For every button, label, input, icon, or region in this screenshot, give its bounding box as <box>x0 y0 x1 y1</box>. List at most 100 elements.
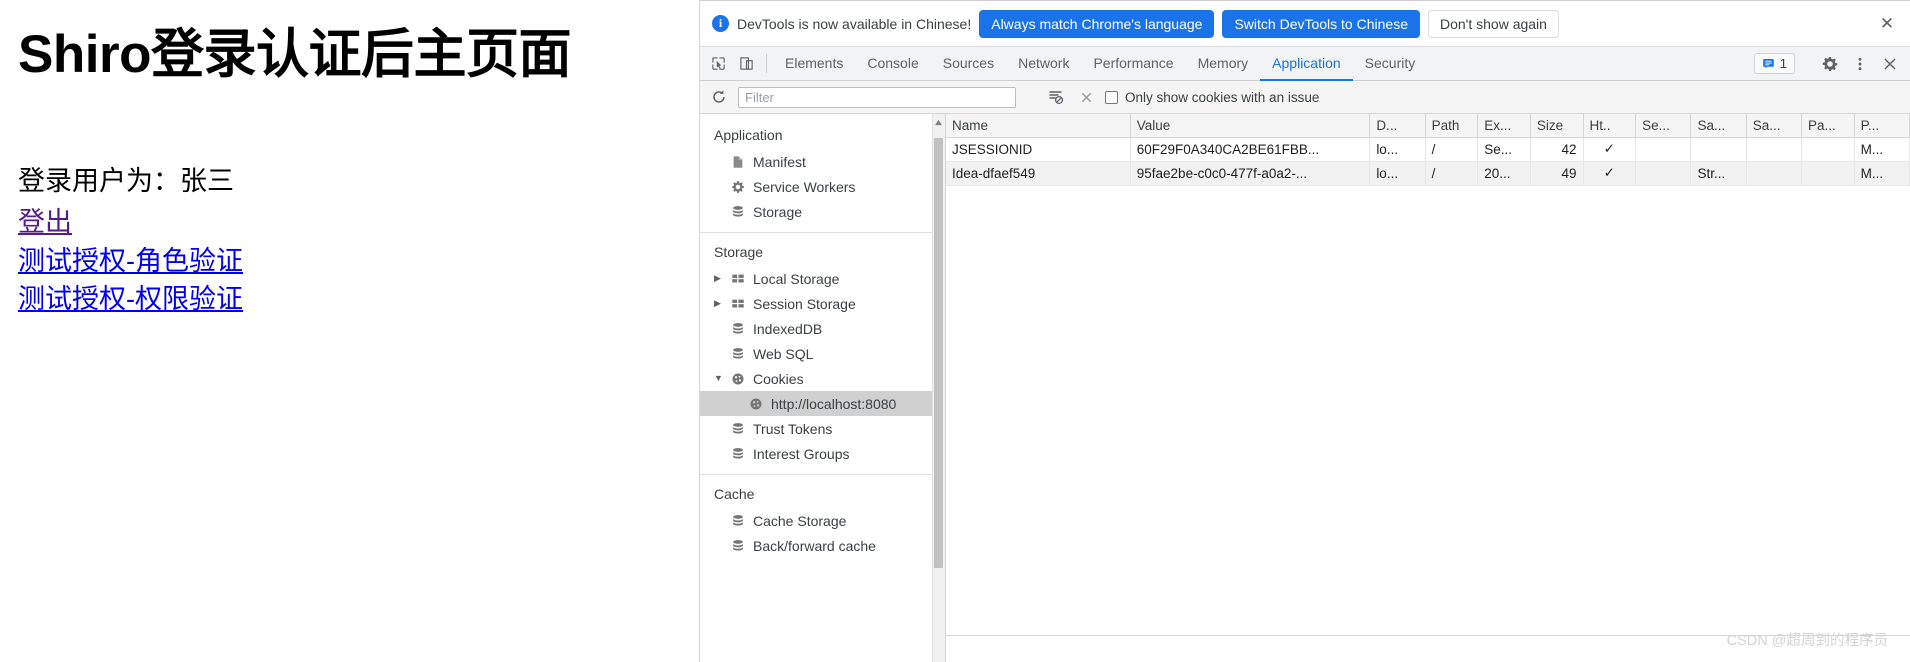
column-header-expires[interactable]: Ex... <box>1477 114 1531 138</box>
clear-all-icon[interactable] <box>1075 86 1097 108</box>
checkbox-box <box>1105 90 1118 104</box>
cookies-table-pane: Name Value D... Path Ex... Size Ht.. Se.… <box>946 114 1910 662</box>
sidebar-section-application-title: Application <box>714 127 783 143</box>
sidebar-item-web-sql[interactable]: Web SQL <box>700 341 945 366</box>
refresh-icon[interactable] <box>708 86 730 108</box>
tab-application[interactable]: Application <box>1260 47 1353 81</box>
devtools-toolbar: Elements Console Sources Network Perform… <box>700 47 1910 81</box>
close-icon[interactable] <box>1876 56 1904 72</box>
sidebar-scrollbar-thumb[interactable] <box>934 138 943 568</box>
sidebar-item-storage[interactable]: Storage <box>700 199 945 224</box>
sidebar-section-cache-title: Cache <box>714 486 755 502</box>
database-icon <box>730 513 746 529</box>
sidebar-item-indexeddb[interactable]: IndexedDB <box>700 316 945 341</box>
column-header-samesite[interactable]: Sa... <box>1690 114 1747 138</box>
cell-name: Idea-dfaef549 <box>946 161 1131 186</box>
column-header-name[interactable]: Name <box>946 114 1131 138</box>
grid-icon <box>730 271 746 287</box>
sidebar-item-session-storage[interactable]: ▶ Session Storage <box>700 291 945 316</box>
table-row[interactable]: Idea-dfaef549 95fae2be-c0c0-477f-a0a2-..… <box>946 161 1910 186</box>
infobar-message: DevTools is now available in Chinese! <box>737 15 972 32</box>
close-icon[interactable]: ✕ <box>1874 11 1900 37</box>
tab-sources[interactable]: Sources <box>931 47 1006 81</box>
cell-partitionkey <box>1801 161 1855 186</box>
sidebar-item-local-storage[interactable]: ▶ Local Storage <box>700 266 945 291</box>
sidebar-tree: Application Manifest Service Workers Sto… <box>700 114 945 558</box>
sidebar-item-localhost-8080[interactable]: http://localhost:8080 <box>700 391 945 416</box>
table-row[interactable]: JSESSIONID 60F29F0A340CA2BE61FBB... lo..… <box>946 137 1910 162</box>
always-match-chrome-language-button[interactable]: Always match Chrome's language <box>979 9 1215 38</box>
chevron-right-icon[interactable]: ▶ <box>714 274 724 283</box>
tab-console[interactable]: Console <box>855 47 930 81</box>
info-icon: i <box>712 15 729 32</box>
column-header-path[interactable]: Path <box>1425 114 1479 138</box>
scroll-up-arrow-icon[interactable] <box>933 117 944 128</box>
cell-httponly: ✓ <box>1583 137 1637 162</box>
test-role-auth-link[interactable]: 测试授权-角色验证 <box>18 243 243 279</box>
kebab-menu-icon[interactable] <box>1846 56 1874 72</box>
browser-page-content: Shiro登录认证后主页面 登录用户为：张三 登出 测试授权-角色验证 测试授权… <box>0 0 700 662</box>
application-sidebar: Application Manifest Service Workers Sto… <box>700 114 946 662</box>
column-header-partitionkey[interactable]: Pa... <box>1801 114 1855 138</box>
clear-filter-icon[interactable] <box>1045 86 1067 108</box>
screenshot-root: Shiro登录认证后主页面 登录用户为：张三 登出 测试授权-角色验证 测试授权… <box>0 0 1910 662</box>
sidebar-item-label: Trust Tokens <box>753 420 833 437</box>
database-icon <box>730 538 746 554</box>
logged-in-user-text: 登录用户为：张三 <box>18 166 234 197</box>
chevron-right-icon[interactable]: ▶ <box>714 299 724 308</box>
tab-memory[interactable]: Memory <box>1186 47 1261 81</box>
manifest-icon <box>730 154 746 170</box>
sidebar-item-service-workers[interactable]: Service Workers <box>700 174 945 199</box>
sidebar-item-back-forward-cache[interactable]: Back/forward cache <box>700 533 945 558</box>
cell-name: JSESSIONID <box>946 137 1131 162</box>
cell-size: 42 <box>1530 137 1584 162</box>
cell-expires: Se... <box>1477 137 1531 162</box>
issues-button[interactable]: 1 <box>1753 53 1795 74</box>
column-header-secure[interactable]: Se... <box>1635 114 1692 138</box>
sidebar-item-label: IndexedDB <box>753 320 823 337</box>
column-header-domain[interactable]: D... <box>1369 114 1426 138</box>
sidebar-item-label: Session Storage <box>753 295 856 312</box>
sidebar-scrollbar[interactable] <box>932 114 945 662</box>
column-header-value[interactable]: Value <box>1130 114 1371 138</box>
cell-secure <box>1635 137 1692 162</box>
column-header-httponly[interactable]: Ht.. <box>1583 114 1637 138</box>
sidebar-section-storage-title: Storage <box>714 244 764 260</box>
device-toolbar-icon[interactable] <box>732 47 760 80</box>
sidebar-item-label: Cache Storage <box>753 512 847 529</box>
sidebar-item-label: http://localhost:8080 <box>771 395 897 412</box>
cookie-icon <box>748 396 764 412</box>
cell-expires: 20... <box>1477 161 1531 186</box>
tab-network[interactable]: Network <box>1006 47 1081 81</box>
logout-link[interactable]: 登出 <box>18 204 72 240</box>
column-header-priority[interactable]: P... <box>1854 114 1910 138</box>
page-body: 登录用户为：张三 登出 测试授权-角色验证 测试授权-权限验证 <box>18 159 677 317</box>
cookies-table: Name Value D... Path Ex... Size Ht.. Se.… <box>946 114 1910 186</box>
sidebar-item-cookies[interactable]: ▼ Cookies <box>700 366 945 391</box>
column-header-sameparty[interactable]: Sa... <box>1746 114 1803 138</box>
column-header-size[interactable]: Size <box>1530 114 1584 138</box>
sidebar-item-trust-tokens[interactable]: Trust Tokens <box>700 416 945 441</box>
switch-devtools-to-chinese-button[interactable]: Switch DevTools to Chinese <box>1222 9 1420 38</box>
chevron-down-icon[interactable]: ▼ <box>714 374 724 383</box>
cell-priority: M... <box>1854 137 1910 162</box>
sidebar-item-interest-groups[interactable]: Interest Groups <box>700 441 945 466</box>
cookie-icon <box>730 371 746 387</box>
inspect-element-icon[interactable] <box>704 47 732 80</box>
sidebar-item-label: Back/forward cache <box>753 537 876 554</box>
tab-elements[interactable]: Elements <box>773 47 855 81</box>
gear-icon <box>730 179 746 195</box>
dont-show-again-button[interactable]: Don't show again <box>1427 9 1559 38</box>
sidebar-item-label: Storage <box>753 203 803 220</box>
only-show-issue-cookies-checkbox[interactable]: Only show cookies with an issue <box>1105 90 1319 105</box>
sidebar-item-label: Service Workers <box>753 178 856 195</box>
tab-security[interactable]: Security <box>1353 47 1428 81</box>
tab-performance[interactable]: Performance <box>1081 47 1185 81</box>
toolbar-divider <box>766 54 767 73</box>
filter-input[interactable] <box>738 86 1016 108</box>
sidebar-item-cache-storage[interactable]: Cache Storage <box>700 508 945 533</box>
gear-icon[interactable] <box>1816 56 1844 72</box>
cell-sameparty <box>1746 161 1803 186</box>
sidebar-item-manifest[interactable]: Manifest <box>700 149 945 174</box>
test-permission-auth-link[interactable]: 测试授权-权限验证 <box>18 281 243 317</box>
